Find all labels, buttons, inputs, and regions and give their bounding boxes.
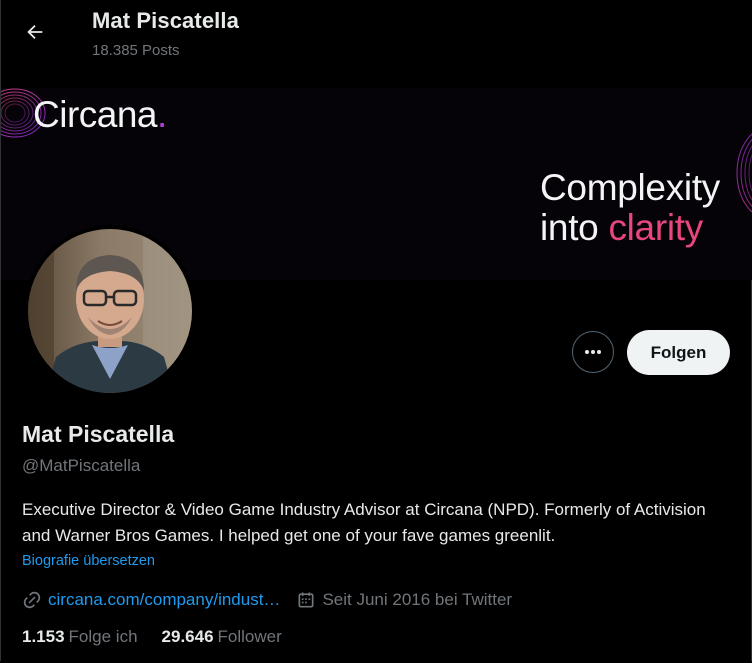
following-label: Folge ich (68, 627, 138, 646)
avatar-photo (28, 229, 192, 393)
follow-stats: 1.153 Folge ich 29.646 Follower (22, 627, 306, 647)
joined-date: Seit Juni 2016 bei Twitter (322, 590, 513, 609)
more-options-button[interactable] (572, 331, 614, 373)
following-link[interactable]: 1.153 Folge ich (22, 627, 138, 647)
circana-logo: Circana. (33, 94, 167, 135)
calendar-icon (298, 592, 314, 608)
profile-handle: @MatPiscatella (22, 456, 141, 475)
website-link[interactable]: circana.com/company/indust… (48, 590, 280, 610)
translate-bio-link[interactable]: Biografie übersetzen (22, 553, 155, 569)
header-title: Mat Piscatella (92, 8, 239, 33)
banner-tagline: Complexity into clarity (540, 168, 720, 248)
follow-button[interactable]: Folgen (627, 330, 730, 375)
tagline-line1: Complexity (540, 167, 720, 208)
website-item: circana.com/company/indust… (22, 590, 280, 610)
arrow-left-icon (27, 24, 43, 40)
profile-name: Mat Piscatella (22, 421, 175, 447)
rings-right (736, 133, 752, 213)
link-icon (23, 591, 41, 609)
profile-meta: circana.com/company/indust… Seit Juni 20… (22, 588, 528, 612)
profile-header: Mat Piscatella 18.385 Posts (1, 0, 752, 88)
following-count: 1.153 (22, 627, 65, 646)
joined-item: Seit Juni 2016 bei Twitter (296, 590, 512, 610)
avatar[interactable] (24, 225, 196, 397)
followers-count: 29.646 (161, 627, 214, 646)
followers-link[interactable]: 29.646 Follower (162, 627, 282, 647)
back-button[interactable] (15, 12, 55, 52)
tagline-line2: into clarity (540, 207, 703, 248)
followers-label: Follower (217, 627, 282, 646)
profile-bio: Executive Director & Video Game Industry… (22, 500, 706, 545)
posts-count: 18.385 Posts (92, 42, 180, 59)
more-dots-icon (585, 350, 601, 354)
profile-page: Mat Piscatella 18.385 Posts Circana. Com… (0, 0, 752, 661)
